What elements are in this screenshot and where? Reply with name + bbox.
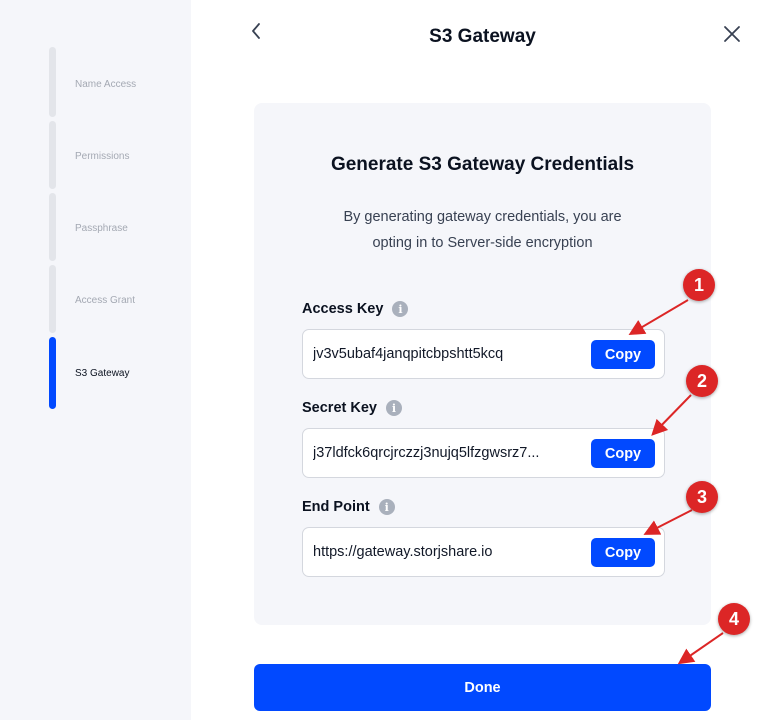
end-point-label: End Point i [302, 499, 395, 515]
step-segment-permissions [49, 121, 56, 189]
annotation-badge-2: 2 [686, 365, 718, 397]
done-button[interactable]: Done [254, 664, 711, 711]
secret-key-label-text: Secret Key [302, 400, 377, 416]
step-label-passphrase: Passphrase [75, 223, 128, 234]
annotation-arrow-4 [677, 632, 724, 665]
step-segment-access-grant [49, 265, 56, 333]
info-icon[interactable]: i [392, 301, 409, 317]
step-segment-name-access [49, 47, 56, 117]
copy-secret-key-button[interactable]: Copy [591, 439, 655, 468]
annotation-badge-3: 3 [686, 481, 718, 513]
access-key-field: jv3v5ubaf4janqpitcbpshtt5kcq Copy [302, 329, 665, 379]
end-point-value[interactable]: https://gateway.storjshare.io [313, 544, 575, 560]
end-point-field: https://gateway.storjshare.io Copy [302, 527, 665, 577]
step-segment-passphrase [49, 193, 56, 261]
card-title: Generate S3 Gateway Credentials [330, 154, 635, 175]
step-label-name-access: Name Access [75, 79, 137, 90]
access-key-label-text: Access Key [302, 301, 384, 317]
close-button[interactable] [722, 24, 742, 44]
annotation-badge-4: 4 [718, 603, 750, 635]
copy-end-point-button[interactable]: Copy [591, 538, 655, 567]
card-description-line-1: By generating gateway credentials, you a… [343, 209, 622, 225]
access-key-value[interactable]: jv3v5ubaf4janqpitcbpshtt5kcq [313, 346, 575, 362]
page-title: S3 Gateway [429, 26, 536, 47]
secret-key-label: Secret Key i [302, 400, 402, 416]
steps-sidebar: Name Access Permissions Passphrase Acces… [0, 0, 191, 720]
copy-access-key-button[interactable]: Copy [591, 340, 655, 369]
secret-key-value[interactable]: j37ldfck6qrcjrczzj3nujq5lfzgwsrz7... [313, 445, 575, 461]
info-icon[interactable]: i [385, 400, 402, 416]
card-description-line-2: opting in to Server-side encryption [372, 235, 593, 251]
step-label-permissions: Permissions [75, 151, 130, 162]
info-icon[interactable]: i [378, 499, 395, 515]
step-label-s3-gateway: S3 Gateway [75, 368, 130, 379]
close-icon [724, 26, 740, 42]
access-key-label: Access Key i [302, 301, 409, 317]
annotation-badge-1: 1 [683, 269, 715, 301]
secret-key-field: j37ldfck6qrcjrczzj3nujq5lfzgwsrz7... Cop… [302, 428, 665, 478]
end-point-label-text: End Point [302, 499, 370, 515]
step-label-access-grant: Access Grant [75, 295, 136, 306]
step-segment-s3-gateway [49, 337, 56, 409]
card-description: By generating gateway credentials, you a… [294, 204, 671, 256]
credentials-card: Generate S3 Gateway Credentials By gener… [254, 103, 711, 625]
